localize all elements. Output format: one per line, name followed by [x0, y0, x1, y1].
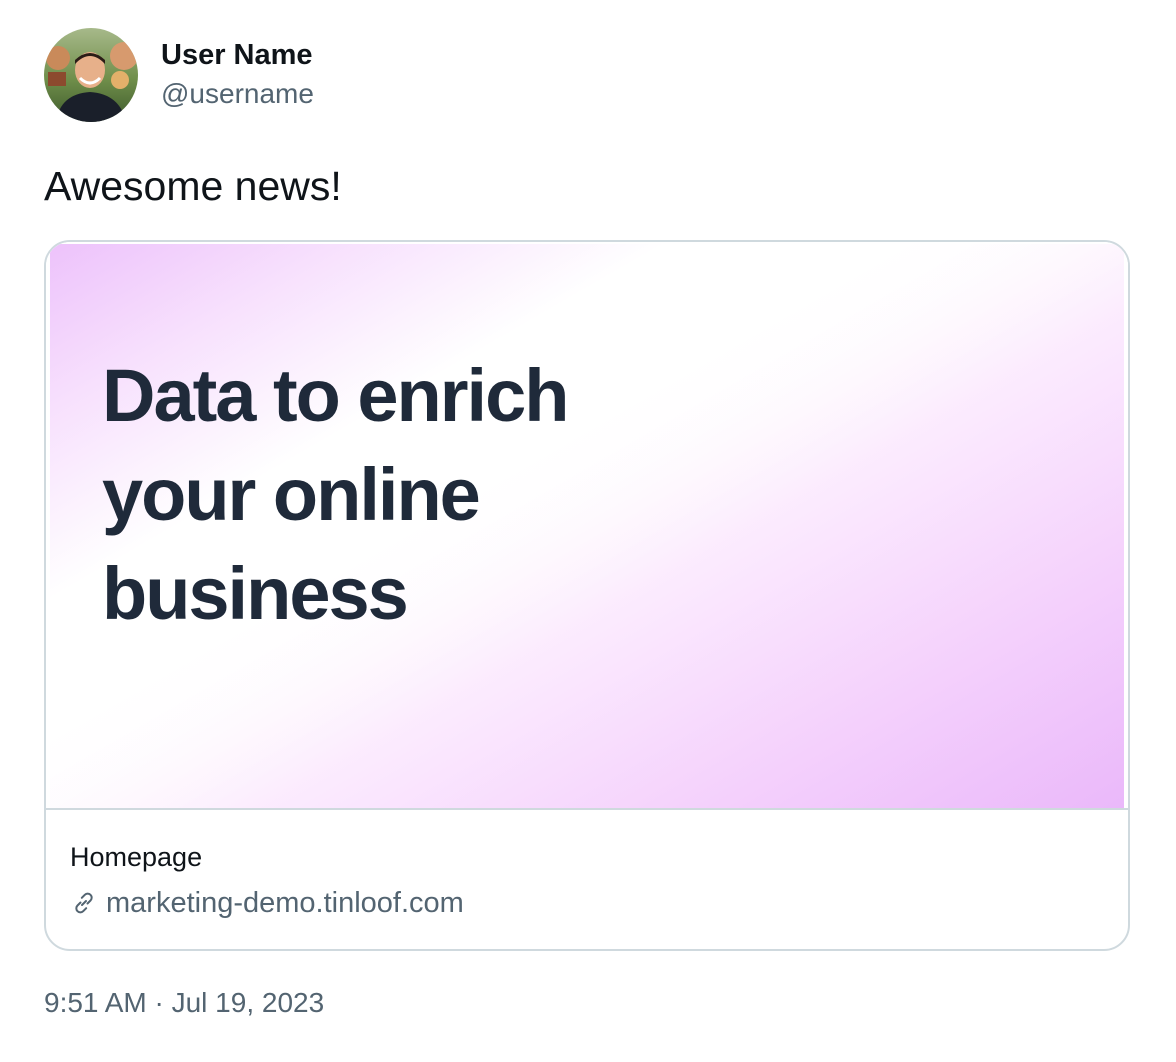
- card-footer[interactable]: Homepage marketing-demo.tinloof.com: [70, 840, 464, 922]
- tweet-timestamp[interactable]: 9:51 AM · Jul 19, 2023: [44, 984, 324, 1022]
- avatar[interactable]: [44, 28, 138, 122]
- link-icon: [70, 889, 98, 917]
- author-display-name[interactable]: User Name: [161, 36, 314, 74]
- avatar-photo: [44, 28, 138, 122]
- tweet-text: Awesome news!: [44, 163, 342, 209]
- tweet-header: User Name @username: [44, 28, 314, 122]
- card-image-headline: Data to enrich your online business: [102, 354, 569, 635]
- author-handle[interactable]: @username: [161, 74, 314, 114]
- link-card[interactable]: Data to enrich your online business Home…: [44, 240, 1130, 951]
- card-domain: marketing-demo.tinloof.com: [106, 887, 464, 919]
- card-divider: [46, 808, 1128, 810]
- card-link[interactable]: marketing-demo.tinloof.com: [70, 884, 464, 922]
- card-title: Homepage: [70, 842, 203, 872]
- card-image[interactable]: Data to enrich your online business: [46, 242, 1128, 810]
- author-names: User Name @username: [161, 36, 314, 114]
